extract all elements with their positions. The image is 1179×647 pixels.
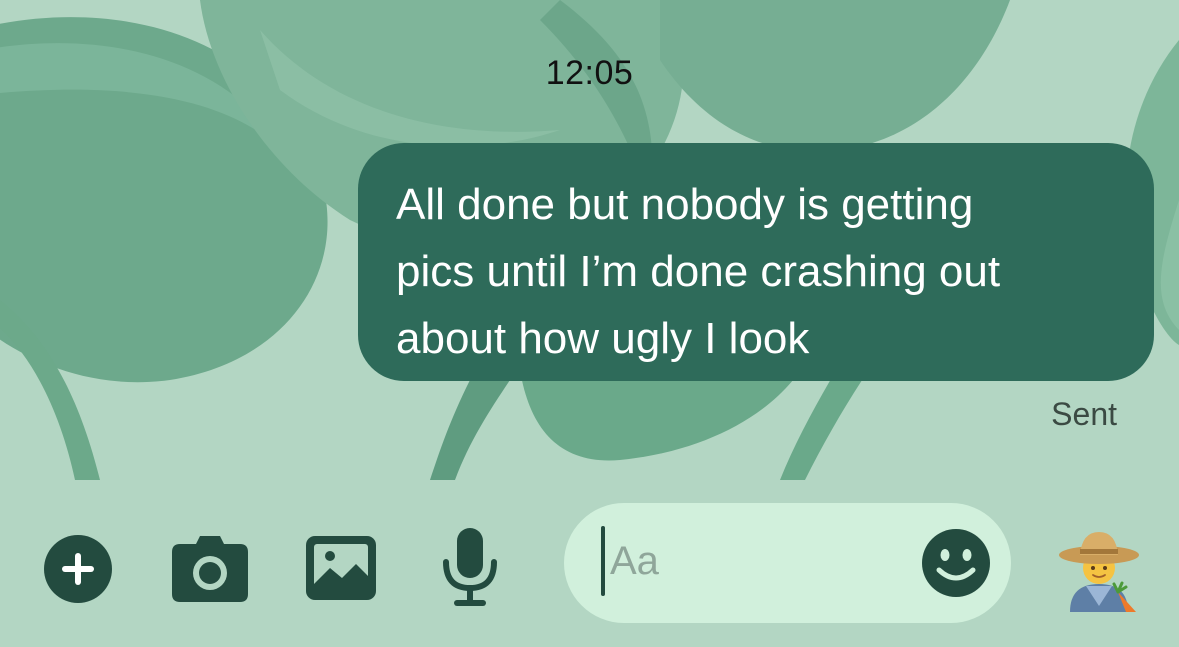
add-button[interactable] [44,535,112,603]
outgoing-message-bubble[interactable]: All done but nobody is getting pics unti… [358,143,1154,381]
message-line: pics until I’m done crashing out [396,247,1001,296]
camera-icon [172,536,248,602]
message-line: All done but nobody is getting [396,180,974,229]
gallery-button[interactable] [306,534,376,604]
thread-timestamp: 12:05 [545,54,634,92]
message-status: Sent [1051,396,1117,432]
message-line: about how ugly I look [396,314,810,363]
smiley-icon [922,529,990,597]
text-caret [601,526,605,596]
profile-avatar[interactable] [1056,526,1142,612]
message-field[interactable] [564,503,1011,623]
farmer-emoji-icon [1059,532,1139,612]
image-icon [306,536,376,600]
camera-button[interactable] [172,536,248,602]
plus-icon [44,535,112,603]
microphone-icon [443,528,497,606]
emoji-button[interactable] [921,528,991,598]
message-input[interactable] [610,531,910,591]
voice-button[interactable] [438,528,502,610]
